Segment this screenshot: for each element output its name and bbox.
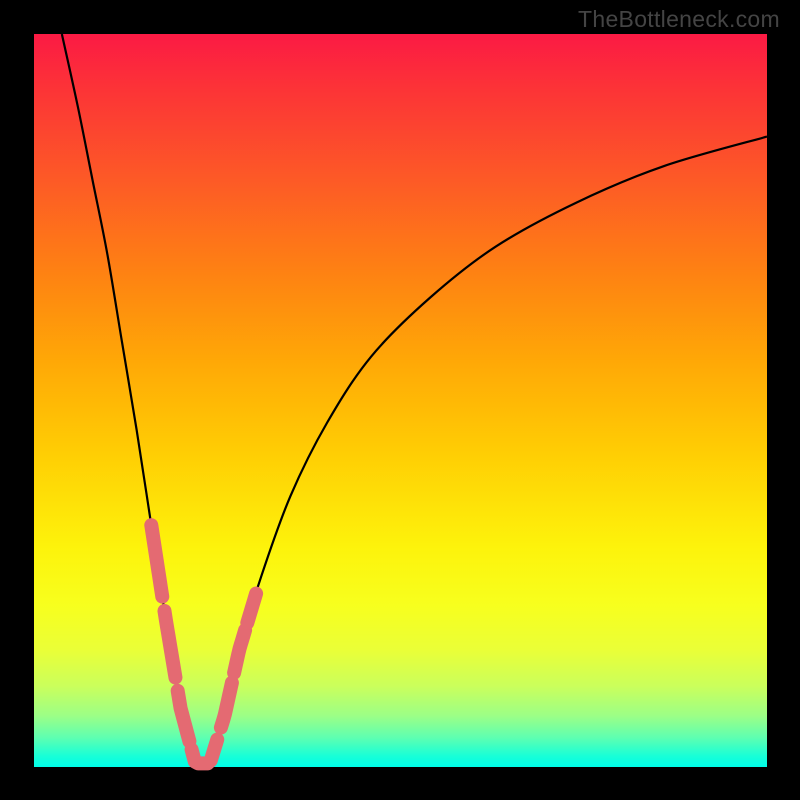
highlight-segment (151, 525, 162, 596)
chart-svg (34, 34, 767, 767)
chart-plot-area (34, 34, 767, 767)
highlight-segment (164, 611, 175, 678)
highlight-segment (247, 594, 256, 623)
highlight-segment (234, 630, 245, 673)
curve-highlight-markers (151, 525, 256, 763)
highlight-segment (178, 691, 190, 742)
highlight-segment (221, 683, 232, 728)
watermark-text: TheBottleneck.com (578, 6, 780, 33)
